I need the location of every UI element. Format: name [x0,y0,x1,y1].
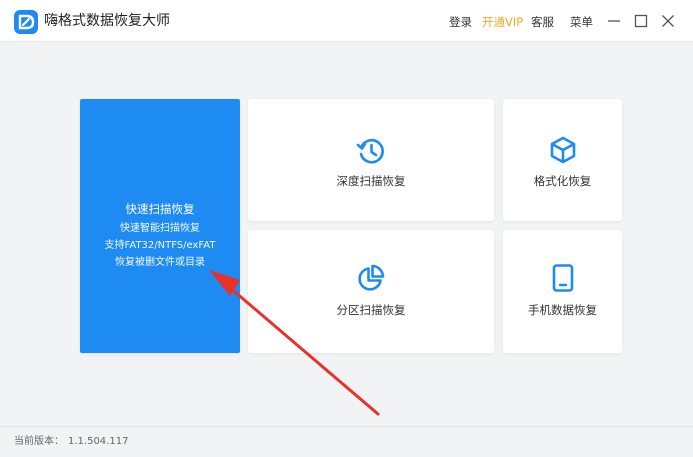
quick-scan-line-3: 恢复被删文件或目录 [115,257,205,268]
phone-recovery-card[interactable]: 手机数据恢复 [503,230,622,353]
deep-scan-label: 深度扫描恢复 [336,174,406,188]
d-logo-icon [14,10,38,34]
minimize-icon[interactable] [605,12,623,30]
title-bar: 嗨格式数据恢复大师 登录 开通VIP 客服 菜单 [0,0,693,42]
quick-scan-title: 快速扫描恢复 [125,202,195,216]
version-number: 1.1.504.117 [68,436,129,447]
partition-scan-label: 分区扫描恢复 [336,303,406,317]
version-info: 当前版本： 1.1.504.117 [14,435,128,449]
format-recovery-card[interactable]: 格式化恢复 [503,99,622,221]
pie-chart-icon [356,263,386,297]
phone-recovery-label: 手机数据恢复 [528,303,597,317]
menu-link[interactable]: 菜单 [570,14,593,30]
quick-scan-line-1: 快速智能扫描恢复 [120,223,200,234]
history-icon [355,135,387,171]
partition-scan-card[interactable]: 分区扫描恢复 [248,230,494,353]
tablet-icon [550,263,576,297]
deep-scan-card[interactable]: 深度扫描恢复 [248,99,494,221]
maximize-icon[interactable] [632,12,650,30]
login-link[interactable]: 登录 [449,14,472,30]
quick-scan-line-2: 支持FAT32/NTFS/exFAT [104,240,216,251]
app-title: 嗨格式数据恢复大师 [44,13,170,29]
version-label: 当前版本： [14,436,64,447]
service-link[interactable]: 客服 [531,14,554,30]
close-icon[interactable] [659,12,677,30]
vip-link[interactable]: 开通VIP [482,14,523,30]
status-bar: 当前版本： 1.1.504.117 [0,426,693,457]
cube-icon [548,135,578,169]
quick-scan-card[interactable]: 快速扫描恢复 快速智能扫描恢复 支持FAT32/NTFS/exFAT 恢复被删文… [80,99,240,353]
format-recovery-label: 格式化恢复 [533,174,592,188]
